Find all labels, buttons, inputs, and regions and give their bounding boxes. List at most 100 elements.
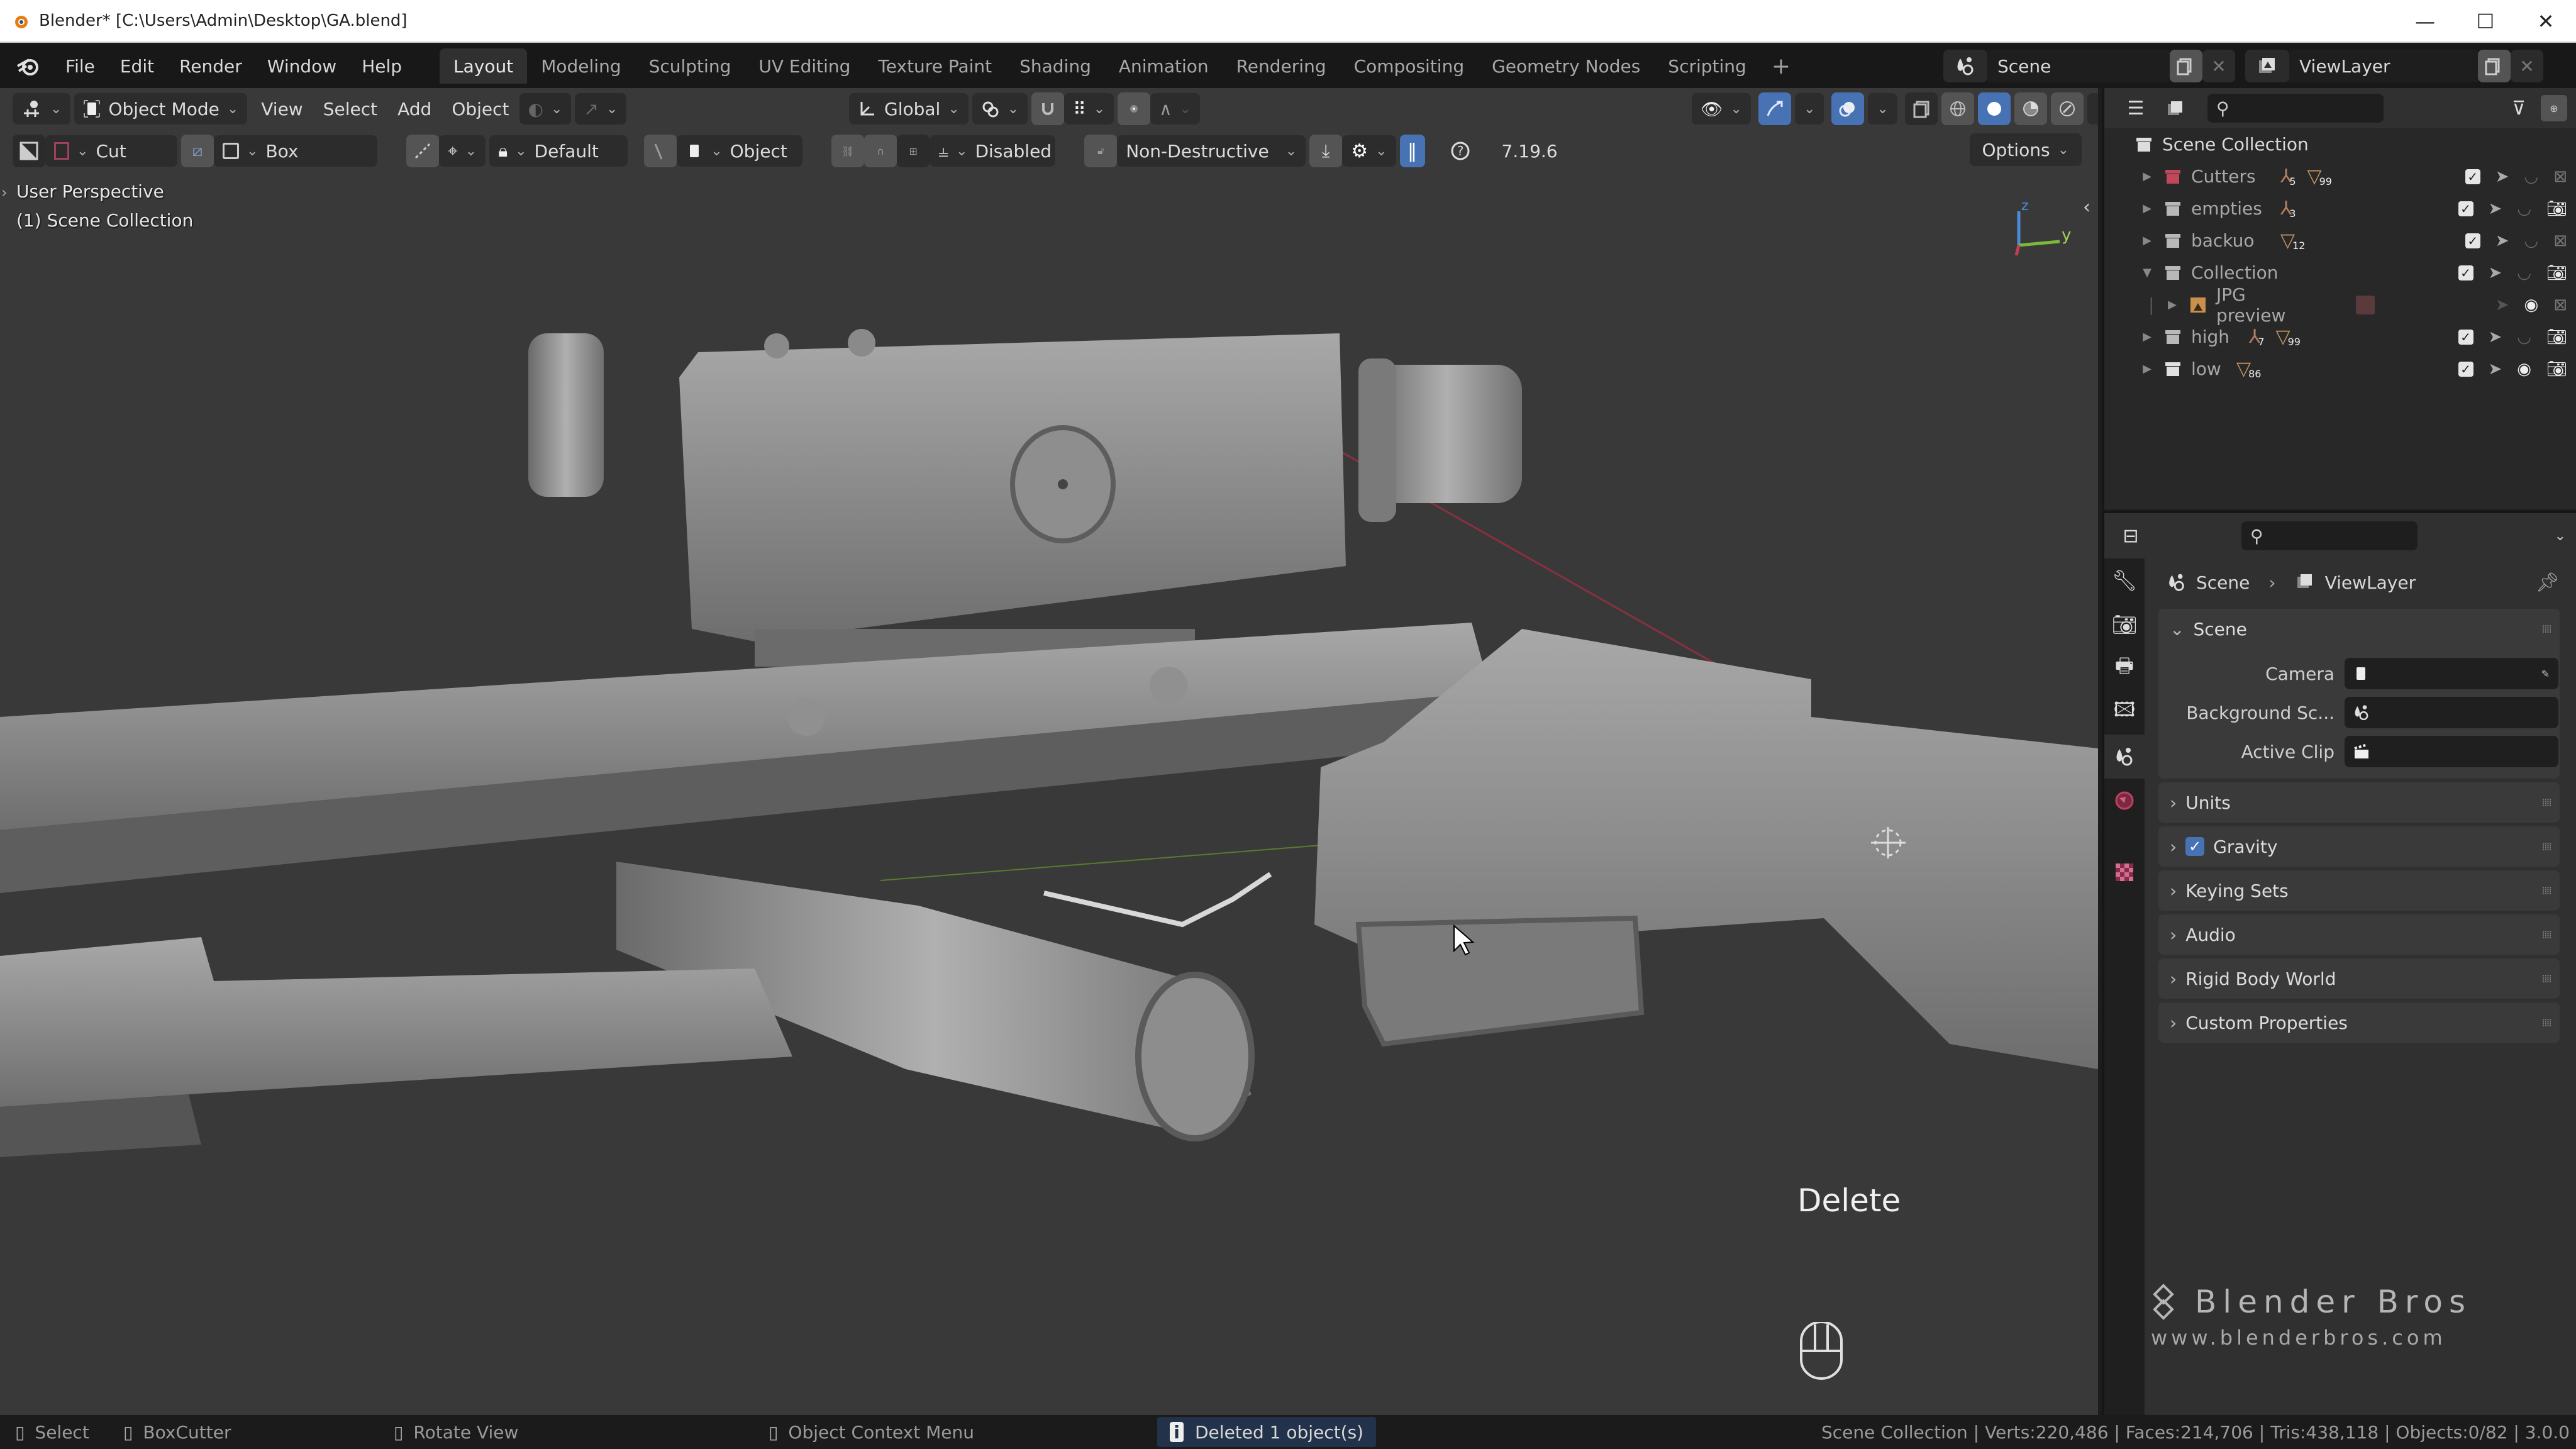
menu-render[interactable]: Render xyxy=(167,48,255,84)
background-scene-field[interactable] xyxy=(2345,697,2558,728)
camera-render-icon[interactable]: 📷︎ xyxy=(2546,360,2567,379)
add-workspace-button[interactable]: + xyxy=(1760,53,1802,79)
subpanel-header[interactable]: › Rigid Body World ⁞⁞⁞⁞ xyxy=(2158,958,2560,999)
shading-dropdown[interactable]: ⌄ xyxy=(2087,93,2098,125)
tab-render[interactable]: 📷︎ xyxy=(2104,602,2145,647)
tab-animation[interactable]: Animation xyxy=(1105,48,1223,84)
display-mode-dropdown[interactable] xyxy=(2158,92,2191,125)
eye-closed-icon[interactable]: ◡ xyxy=(2524,231,2539,250)
selectable-arrow-icon[interactable]: ➤ xyxy=(2489,264,2502,282)
tab-view-layer[interactable]: 🖾 xyxy=(2104,691,2145,735)
selectable-arrow-icon[interactable]: ➤ xyxy=(2489,199,2502,218)
sidebar-toggle-icon[interactable]: ‹ xyxy=(2083,196,2090,218)
wire-display-toggle[interactable]: ⛓ xyxy=(831,135,865,167)
camera-render-icon[interactable]: 📷︎ xyxy=(2546,199,2567,218)
maximize-button[interactable]: ☐ xyxy=(2455,0,2516,43)
expand-down-icon[interactable]: ▼ xyxy=(2140,266,2155,279)
behavior-dropdown[interactable]: Non-Destructive ⌄ xyxy=(1117,135,1306,167)
outliner-row[interactable]: ▶ backuo ▽ 12 ✓ ➤ ◡ ⊠ xyxy=(2104,225,2576,257)
transform-orientation-dropdown[interactable]: Global ⌄ xyxy=(849,93,969,125)
tab-sculpting[interactable]: Sculpting xyxy=(635,48,745,84)
exclude-checkbox[interactable]: ✓ xyxy=(2458,201,2473,216)
shape-dropdown[interactable]: ⌄ Box xyxy=(214,135,377,167)
viewlayer-browse-button[interactable] xyxy=(2245,50,2289,82)
pivot-point-dropdown[interactable]: ⌄ xyxy=(972,93,1028,125)
exclude-checkbox[interactable]: ✓ xyxy=(2458,329,2473,345)
subpanel-header[interactable]: › Keying Sets ⁞⁞⁞⁞ xyxy=(2158,870,2560,911)
outliner-editor-type[interactable]: ☰ xyxy=(2119,92,2152,125)
draw-line-toggle[interactable] xyxy=(406,135,439,167)
delete-viewlayer-button[interactable]: ✕ xyxy=(2511,50,2543,82)
mirror-toggle[interactable]: ⧄ xyxy=(181,135,214,167)
overlays-dropdown[interactable]: ⌄ xyxy=(1868,93,1897,125)
menu-file[interactable]: File xyxy=(53,48,108,84)
camera-field[interactable]: ✎ xyxy=(2345,658,2558,689)
menu-view[interactable]: View xyxy=(251,93,313,125)
snapping-dropdown[interactable]: ↗ ⌄ xyxy=(575,93,627,125)
scene-browse-button[interactable] xyxy=(1943,50,1987,82)
expand-right-icon[interactable]: ▶ xyxy=(2140,362,2155,375)
edge-tool-toggle[interactable] xyxy=(644,135,677,167)
scene-panel-header[interactable]: ⌄ Scene ⁞⁞⁞⁞ xyxy=(2158,609,2560,649)
shading-solid[interactable] xyxy=(1977,92,2011,125)
outliner-row[interactable]: ▼ Collection ✓ ➤ ◡ 📷︎ xyxy=(2104,257,2576,289)
tab-texture-paint[interactable]: Texture Paint xyxy=(864,48,1006,84)
eye-icon[interactable]: ◉ xyxy=(2517,360,2531,379)
new-scene-button[interactable] xyxy=(2170,50,2202,82)
menu-select[interactable]: Select xyxy=(313,93,387,125)
delete-scene-button[interactable]: ✕ xyxy=(2202,50,2235,82)
scene-name-field[interactable]: Scene xyxy=(1987,50,2170,82)
outliner-search-input[interactable]: ⚲ xyxy=(2207,94,2384,123)
falloff-dropdown[interactable]: ∧ ⌄ xyxy=(1150,93,1201,125)
lock-toggle[interactable]: 🔓︎ xyxy=(1084,135,1118,167)
shading-rendered[interactable] xyxy=(2050,92,2084,125)
selectable-arrow-icon[interactable]: ➤ xyxy=(2496,167,2509,186)
subpanel-header[interactable]: › Custom Properties ⁞⁞⁞⁞ xyxy=(2158,1002,2560,1043)
eye-closed-icon[interactable]: ◡ xyxy=(2517,264,2531,282)
outliner-row[interactable]: ▶ high ⅄ 7 ▽ 99 ✓ ➤ ◡ 📷︎ xyxy=(2104,321,2576,353)
tab-modeling[interactable]: Modeling xyxy=(527,48,635,84)
shading-wireframe[interactable] xyxy=(1941,92,1974,125)
settings-dropdown[interactable]: ⚙ ⌄ xyxy=(1342,135,1396,167)
target-dropdown[interactable]: ⌄ Object xyxy=(677,135,803,167)
outliner-row[interactable]: ▶ low ▽ 86 ✓ ➤ ◉ 📷︎ xyxy=(2104,353,2576,385)
filter-icon[interactable]: ⊽ xyxy=(2512,97,2526,119)
new-viewlayer-button[interactable] xyxy=(2478,50,2511,82)
align-dropdown[interactable]: 🔒︎ ⌄ Default xyxy=(489,135,628,167)
menu-help[interactable]: Help xyxy=(349,48,414,84)
exclude-checkbox[interactable]: ✓ xyxy=(2465,169,2480,184)
expand-right-icon[interactable]: ▶ xyxy=(2140,234,2155,247)
camera-render-icon[interactable]: 📷︎ xyxy=(2546,264,2567,282)
minimize-button[interactable]: — xyxy=(2395,0,2455,43)
snap-target-dropdown[interactable]: ⠿ ⌄ xyxy=(1064,93,1114,125)
options-dropdown[interactable]: Options ⌄ xyxy=(1969,133,2082,166)
snap-magnet-toggle[interactable]: ∩ xyxy=(864,135,897,167)
navigation-gizmo[interactable]: z y xyxy=(2000,189,2075,264)
tab-shading[interactable]: Shading xyxy=(1006,48,1105,84)
menu-add[interactable]: Add xyxy=(387,93,441,125)
selectable-arrow-icon[interactable]: ➤ xyxy=(2489,360,2502,379)
active-clip-field[interactable] xyxy=(2345,736,2558,767)
expand-right-icon[interactable]: ▶ xyxy=(2140,202,2155,215)
camera-disabled-icon[interactable]: ⊠ xyxy=(2553,167,2567,186)
viewlayer-name-field[interactable]: ViewLayer xyxy=(2289,50,2478,82)
pin-icon[interactable]: 📌︎ xyxy=(2536,572,2560,594)
tab-tool[interactable]: 🔧︎ xyxy=(2104,558,2145,602)
snap-toggle[interactable] xyxy=(1031,92,1065,125)
gizmo-dropdown[interactable]: ⌄ xyxy=(1794,93,1824,125)
properties-options-icon[interactable]: ⌄ xyxy=(2555,528,2566,544)
expand-right-icon[interactable]: ▶ xyxy=(2140,170,2155,183)
subpanel-header[interactable]: › Audio ⁞⁞⁞⁞ xyxy=(2158,914,2560,955)
blender-logo-icon[interactable] xyxy=(11,50,44,82)
close-button[interactable]: ✕ xyxy=(2516,0,2576,43)
exclude-checkbox[interactable]: ✓ xyxy=(2465,233,2480,248)
gizmo-toggle[interactable] xyxy=(1758,92,1791,125)
overlays-toggle[interactable] xyxy=(1831,92,1865,125)
camera-render-icon[interactable]: 📷︎ xyxy=(2546,328,2567,347)
eye-icon[interactable]: ◉ xyxy=(2524,296,2539,314)
outliner-row[interactable]: ▶ empties ⅄ 3 ✓ ➤ ◡ 📷︎ xyxy=(2104,192,2576,225)
editor-type-dropdown[interactable]: ⌄ xyxy=(13,93,71,125)
selectable-arrow-icon[interactable]: ➤ xyxy=(2496,296,2509,314)
properties-editor-type[interactable]: ⊟ xyxy=(2114,519,2147,552)
tab-world[interactable] xyxy=(2104,779,2145,823)
